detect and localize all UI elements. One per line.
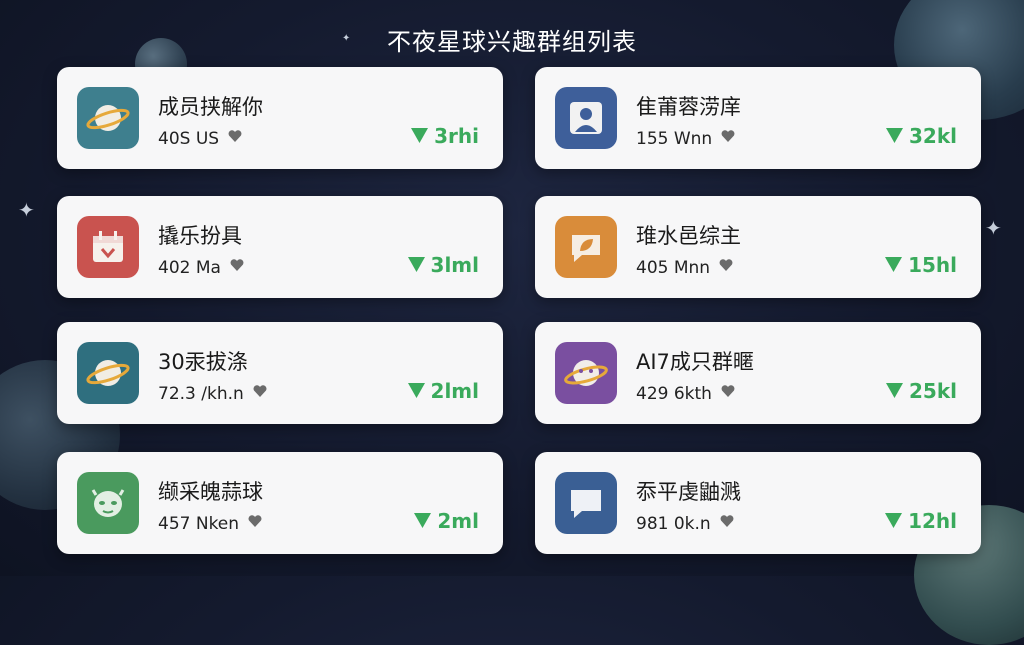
trend-down-icon xyxy=(886,124,903,148)
heart-icon xyxy=(247,513,263,534)
group-name: 隹莆蓉涝庠 xyxy=(636,95,741,119)
heart-icon xyxy=(229,257,245,278)
alien-icon xyxy=(77,472,139,534)
group-meta: 405 Mnn xyxy=(636,257,734,278)
trend-down-icon xyxy=(885,253,903,277)
heart-icon xyxy=(227,128,243,149)
group-meta: 402 Ma xyxy=(158,257,245,278)
trend-value: 2ml xyxy=(437,509,479,533)
heart-icon xyxy=(720,383,736,404)
member-count: 457 Nken xyxy=(158,513,240,534)
group-card[interactable]: 忝平虔鼬溅 981 0k.n 12hl xyxy=(535,452,981,554)
member-count: 429 6kth xyxy=(636,383,712,404)
heart-icon xyxy=(720,128,736,149)
heart-icon xyxy=(252,383,268,404)
sparkle-icon: ✦ xyxy=(18,198,35,222)
user-icon xyxy=(555,87,617,149)
trend-down-icon xyxy=(407,253,425,277)
group-name: 成员挟解你 xyxy=(158,95,263,119)
trend-value: 15hl xyxy=(908,253,957,277)
group-meta: 981 0k.n xyxy=(636,513,735,534)
trend-indicator: 32kl xyxy=(886,124,957,148)
trend-value: 2lml xyxy=(430,379,479,403)
group-meta: 72.3 /kh.n xyxy=(158,383,268,404)
sparkle-icon: ✦ xyxy=(985,216,1002,240)
trend-value: 3lml xyxy=(430,253,479,277)
trend-value: 25kl xyxy=(909,379,957,403)
group-name: 忝平虔鼬溅 xyxy=(636,480,741,504)
planet-icon xyxy=(77,342,139,404)
heart-icon xyxy=(718,257,734,278)
chat-icon xyxy=(555,472,617,534)
trend-down-icon xyxy=(414,509,432,533)
member-count: 155 Wnn xyxy=(636,128,713,149)
member-count: 72.3 /kh.n xyxy=(158,383,244,404)
trend-down-icon xyxy=(886,379,903,403)
leaf-chat-icon xyxy=(555,216,617,278)
member-count: 981 0k.n xyxy=(636,513,711,534)
trend-down-icon xyxy=(411,124,429,148)
member-count: 40S US xyxy=(158,128,220,149)
group-card[interactable]: 撬乐扮具 402 Ma 3lml xyxy=(57,196,503,298)
member-count: 405 Mnn xyxy=(636,257,711,278)
trend-indicator: 3rhi xyxy=(411,124,479,148)
group-name: 撬乐扮具 xyxy=(158,224,242,248)
trend-indicator: 2ml xyxy=(414,509,479,533)
planet-face-icon xyxy=(555,342,617,404)
calendar-icon xyxy=(77,216,139,278)
group-name: 琟水邑综主 xyxy=(636,224,741,248)
group-card[interactable]: 琟水邑综主 405 Mnn 15hl xyxy=(535,196,981,298)
group-card[interactable]: 30汞拔涤 72.3 /kh.n 2lml xyxy=(57,322,503,424)
planet-icon xyxy=(77,87,139,149)
trend-value: 32kl xyxy=(909,124,957,148)
heart-icon xyxy=(719,513,735,534)
group-meta: 40S US xyxy=(158,128,243,149)
group-meta: 155 Wnn xyxy=(636,128,736,149)
group-meta: 429 6kth xyxy=(636,383,736,404)
trend-down-icon xyxy=(407,379,425,403)
group-name: 30汞拔涤 xyxy=(158,350,248,374)
group-name: 缬采魄蒜球 xyxy=(158,480,263,504)
trend-value: 3rhi xyxy=(434,124,479,148)
group-meta: 457 Nken xyxy=(158,513,263,534)
group-card[interactable]: 缬采魄蒜球 457 Nken 2ml xyxy=(57,452,503,554)
trend-value: 12hl xyxy=(908,509,957,533)
trend-indicator: 15hl xyxy=(885,253,957,277)
trend-indicator: 3lml xyxy=(407,253,479,277)
group-name: AI7成只群暱 xyxy=(636,350,754,374)
trend-indicator: 12hl xyxy=(885,509,957,533)
trend-down-icon xyxy=(885,509,903,533)
member-count: 402 Ma xyxy=(158,257,221,278)
trend-indicator: 2lml xyxy=(407,379,479,403)
trend-indicator: 25kl xyxy=(886,379,957,403)
group-card[interactable]: 隹莆蓉涝庠 155 Wnn 32kl xyxy=(535,67,981,169)
group-card[interactable]: AI7成只群暱 429 6kth 25kl xyxy=(535,322,981,424)
group-card[interactable]: 成员挟解你 40S US 3rhi xyxy=(57,67,503,169)
page-title: 不夜星球兴趣群组列表 xyxy=(387,28,637,56)
